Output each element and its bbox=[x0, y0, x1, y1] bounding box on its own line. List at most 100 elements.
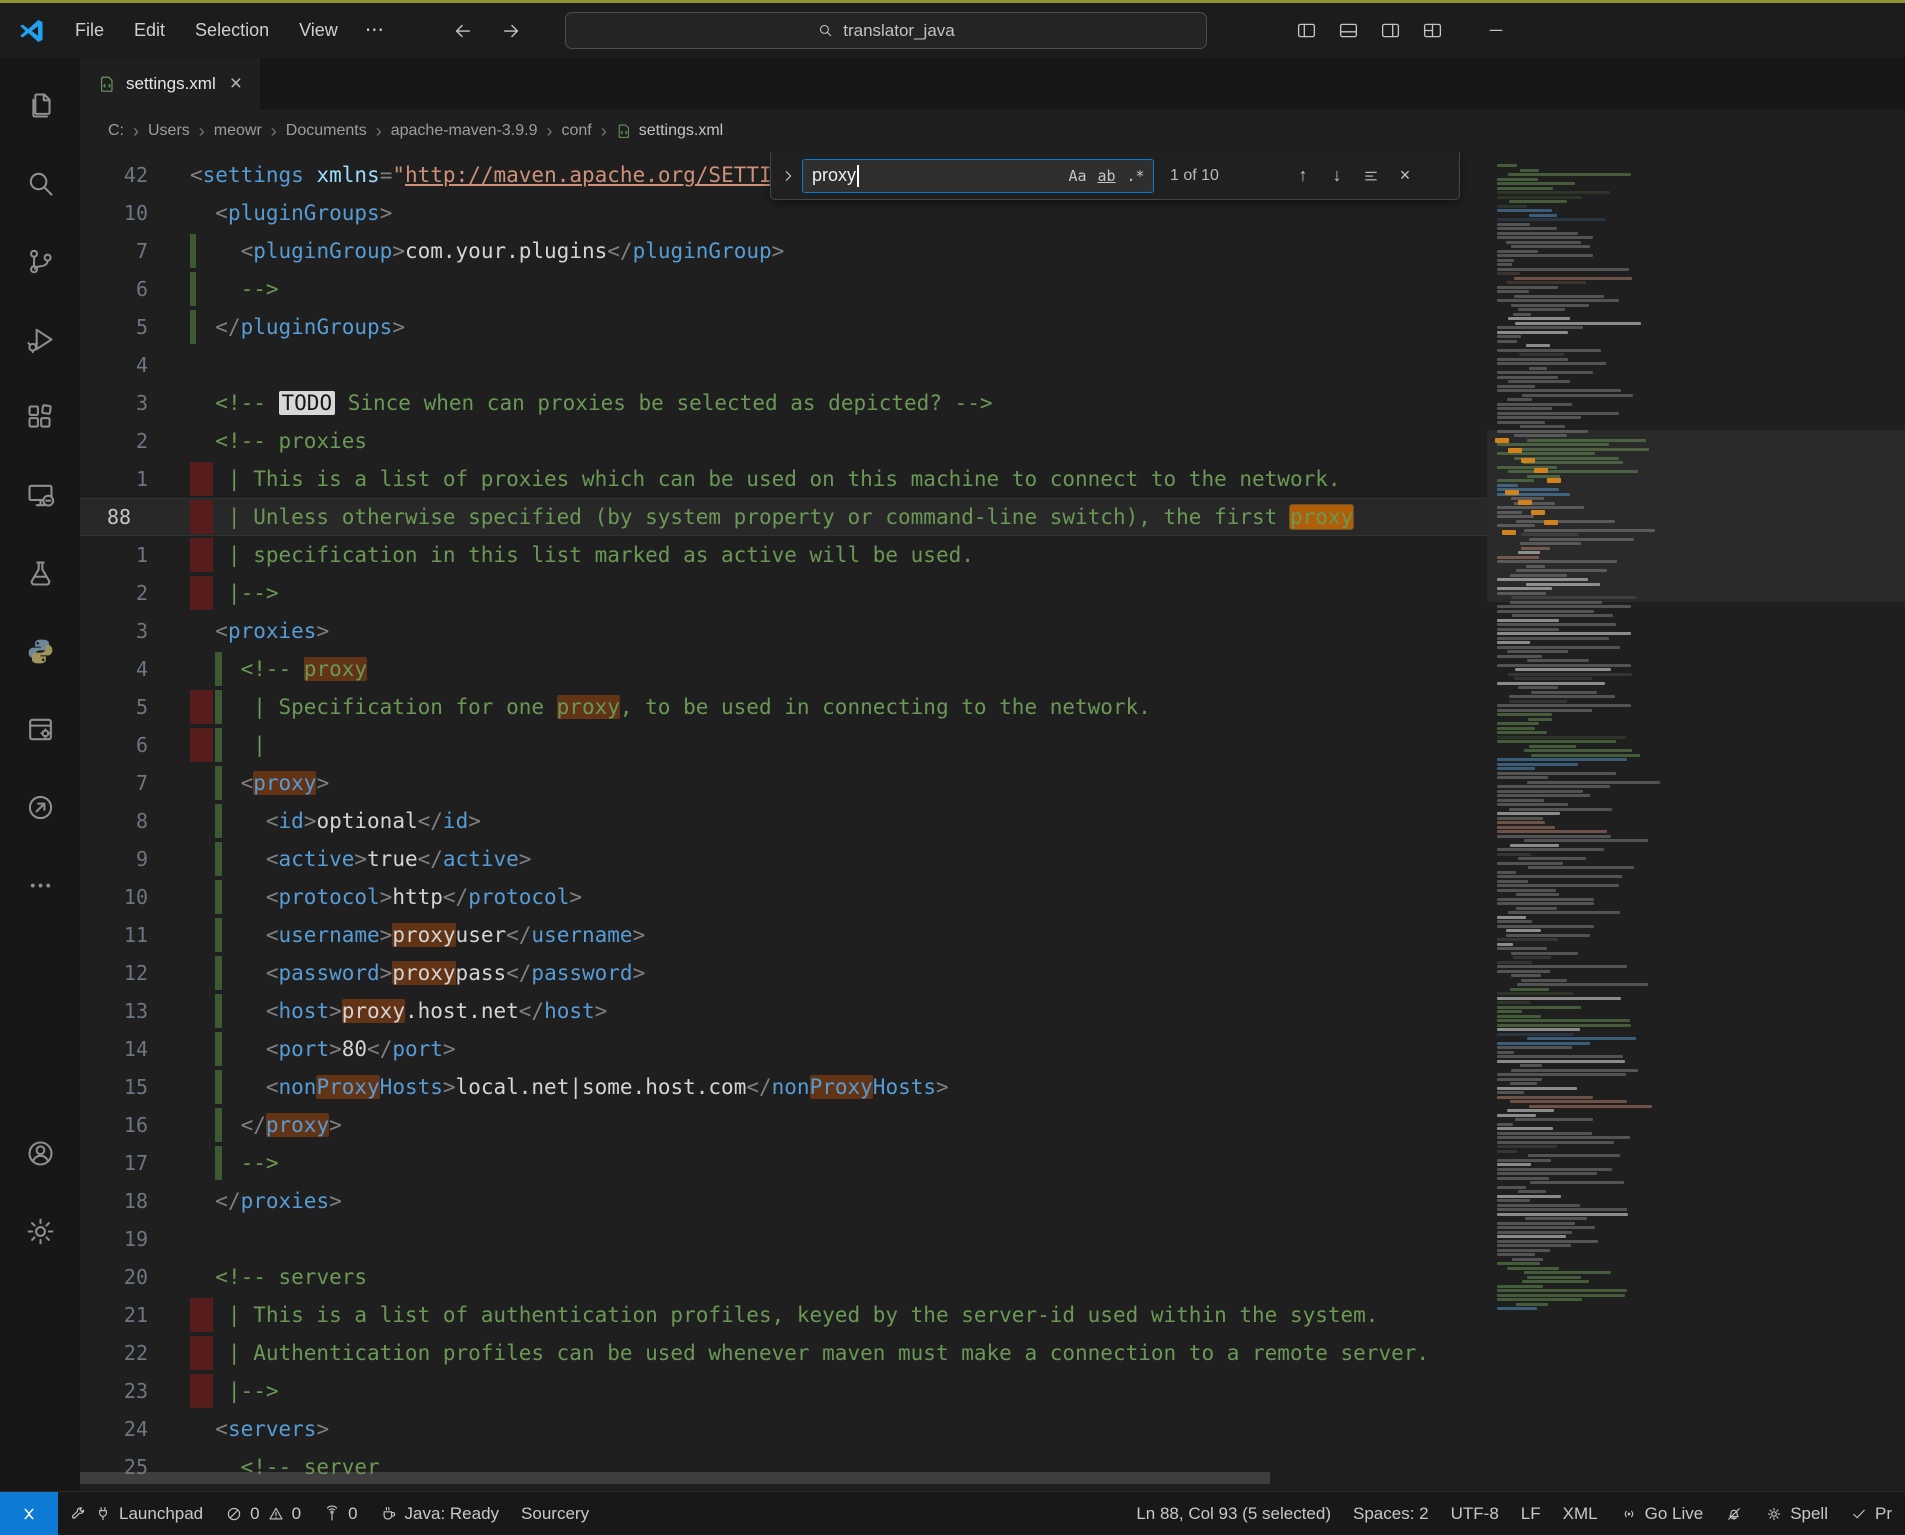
menu-overflow-icon[interactable]: ⋯ bbox=[355, 13, 394, 48]
menu-edit[interactable]: Edit bbox=[121, 14, 178, 47]
extensions-icon[interactable] bbox=[7, 378, 73, 456]
line-number[interactable]: 5 bbox=[80, 308, 148, 346]
line-number[interactable]: 12 bbox=[80, 954, 148, 992]
minimap-line bbox=[1518, 308, 1565, 311]
launchpad-item[interactable]: Launchpad bbox=[58, 1492, 214, 1535]
testing-icon[interactable] bbox=[7, 534, 73, 612]
line-number[interactable]: 88 bbox=[80, 498, 148, 536]
line-number[interactable]: 9 bbox=[80, 840, 148, 878]
breadcrumb-item[interactable]: Documents bbox=[286, 122, 367, 140]
toggle-secondary-sidebar-icon[interactable] bbox=[1372, 13, 1408, 47]
close-find-button[interactable]: × bbox=[1390, 161, 1420, 191]
line-number[interactable]: 24 bbox=[80, 1410, 148, 1448]
line-number[interactable]: 3 bbox=[80, 612, 148, 650]
toggle-primary-sidebar-icon[interactable] bbox=[1288, 13, 1324, 47]
line-number[interactable]: 15 bbox=[80, 1068, 148, 1106]
line-number[interactable]: 20 bbox=[80, 1258, 148, 1296]
menu-view[interactable]: View bbox=[286, 14, 351, 47]
notifications-muted-item[interactable] bbox=[1714, 1492, 1754, 1535]
go-back-button[interactable] bbox=[446, 14, 480, 48]
line-number[interactable]: 3 bbox=[80, 384, 148, 422]
settings-gear-icon[interactable] bbox=[7, 1192, 73, 1270]
line-number[interactable]: 4 bbox=[80, 346, 148, 384]
line-number[interactable]: 16 bbox=[80, 1106, 148, 1144]
line-number[interactable]: 7 bbox=[80, 232, 148, 270]
indentation-item[interactable]: Spaces: 2 bbox=[1342, 1492, 1440, 1535]
menu-selection[interactable]: Selection bbox=[182, 14, 282, 47]
java-status-item[interactable]: Java: Ready bbox=[369, 1492, 511, 1535]
line-number[interactable]: 8 bbox=[80, 802, 148, 840]
breadcrumb-item[interactable]: C: bbox=[108, 122, 124, 140]
breadcrumb-item[interactable]: conf bbox=[561, 122, 591, 140]
encoding-item[interactable]: UTF-8 bbox=[1440, 1492, 1510, 1535]
line-number[interactable]: 4 bbox=[80, 650, 148, 688]
run-debug-icon[interactable] bbox=[7, 300, 73, 378]
line-number[interactable]: 10 bbox=[80, 194, 148, 232]
toggle-panel-icon[interactable] bbox=[1330, 13, 1366, 47]
menu-file[interactable]: File bbox=[62, 14, 117, 47]
ports-item[interactable]: 0 bbox=[312, 1492, 368, 1535]
code-editor[interactable]: 42<settings xmlns="http://maven.apache.o… bbox=[80, 152, 1905, 1491]
remote-explorer-icon[interactable] bbox=[7, 456, 73, 534]
line-number[interactable]: 6 bbox=[80, 726, 148, 764]
line-number[interactable]: 13 bbox=[80, 992, 148, 1030]
line-number[interactable]: 2 bbox=[80, 422, 148, 460]
find-input[interactable]: proxy Aa ab .* bbox=[802, 159, 1154, 193]
minimap-line bbox=[1497, 943, 1513, 946]
customize-layout-icon[interactable] bbox=[1414, 13, 1450, 47]
search-icon[interactable] bbox=[7, 144, 73, 222]
next-match-button[interactable]: ↓ bbox=[1322, 161, 1352, 191]
match-case-toggle[interactable]: Aa bbox=[1064, 162, 1091, 189]
close-tab-icon[interactable]: × bbox=[226, 72, 246, 96]
line-number[interactable]: 18 bbox=[80, 1182, 148, 1220]
remote-indicator[interactable] bbox=[0, 1492, 58, 1535]
breadcrumb-item[interactable]: Users bbox=[148, 122, 190, 140]
line-number[interactable]: 10 bbox=[80, 878, 148, 916]
line-number[interactable]: 1 bbox=[80, 536, 148, 574]
breadcrumb-item[interactable]: meowr bbox=[214, 122, 262, 140]
find-in-selection-icon[interactable] bbox=[1356, 161, 1386, 191]
whole-word-toggle[interactable]: ab bbox=[1093, 162, 1120, 189]
workspace-name: translator_java bbox=[843, 21, 955, 41]
line-number[interactable]: 6 bbox=[80, 270, 148, 308]
breadcrumb-item-file[interactable]: settings.xml bbox=[616, 122, 723, 140]
line-number[interactable]: 23 bbox=[80, 1372, 148, 1410]
formatter-item[interactable]: Pr bbox=[1839, 1492, 1903, 1535]
more-icon[interactable] bbox=[7, 846, 73, 924]
circle-arrow-icon[interactable] bbox=[7, 768, 73, 846]
minimap[interactable] bbox=[1487, 152, 1905, 1491]
line-number[interactable]: 11 bbox=[80, 916, 148, 954]
python-icon[interactable] bbox=[7, 612, 73, 690]
regex-toggle[interactable]: .* bbox=[1122, 162, 1149, 189]
sourcery-item[interactable]: Sourcery bbox=[510, 1492, 600, 1535]
tab-settings-xml[interactable]: settings.xml × bbox=[80, 58, 260, 110]
go-live-item[interactable]: Go Live bbox=[1609, 1492, 1715, 1535]
eol-item[interactable]: LF bbox=[1510, 1492, 1552, 1535]
line-number[interactable]: 1 bbox=[80, 460, 148, 498]
spell-checker-item[interactable]: Spell bbox=[1754, 1492, 1839, 1535]
line-number[interactable]: 42 bbox=[80, 156, 148, 194]
cursor-position-item[interactable]: Ln 88, Col 93 (5 selected) bbox=[1125, 1492, 1342, 1535]
line-number[interactable]: 22 bbox=[80, 1334, 148, 1372]
line-number[interactable]: 17 bbox=[80, 1144, 148, 1182]
horizontal-scrollbar[interactable] bbox=[80, 1472, 1270, 1484]
previous-match-button[interactable]: ↑ bbox=[1288, 161, 1318, 191]
command-center-search[interactable]: translator_java bbox=[565, 12, 1207, 49]
line-number[interactable]: 2 bbox=[80, 574, 148, 612]
minimap-line bbox=[1497, 623, 1616, 626]
account-icon[interactable] bbox=[7, 1114, 73, 1192]
problems-item[interactable]: 0 0 bbox=[214, 1492, 312, 1535]
line-number[interactable]: 21 bbox=[80, 1296, 148, 1334]
explorer-icon[interactable] bbox=[7, 66, 73, 144]
project-gear-icon[interactable] bbox=[7, 690, 73, 768]
go-forward-button[interactable] bbox=[494, 14, 528, 48]
line-number[interactable]: 19 bbox=[80, 1220, 148, 1258]
minimize-button[interactable] bbox=[1478, 13, 1514, 47]
breadcrumb-item[interactable]: apache-maven-3.9.9 bbox=[391, 122, 538, 140]
source-control-icon[interactable] bbox=[7, 222, 73, 300]
line-number[interactable]: 7 bbox=[80, 764, 148, 802]
line-number[interactable]: 14 bbox=[80, 1030, 148, 1068]
toggle-replace-chevron-icon[interactable] bbox=[778, 161, 798, 191]
language-mode-item[interactable]: XML bbox=[1552, 1492, 1609, 1535]
line-number[interactable]: 5 bbox=[80, 688, 148, 726]
